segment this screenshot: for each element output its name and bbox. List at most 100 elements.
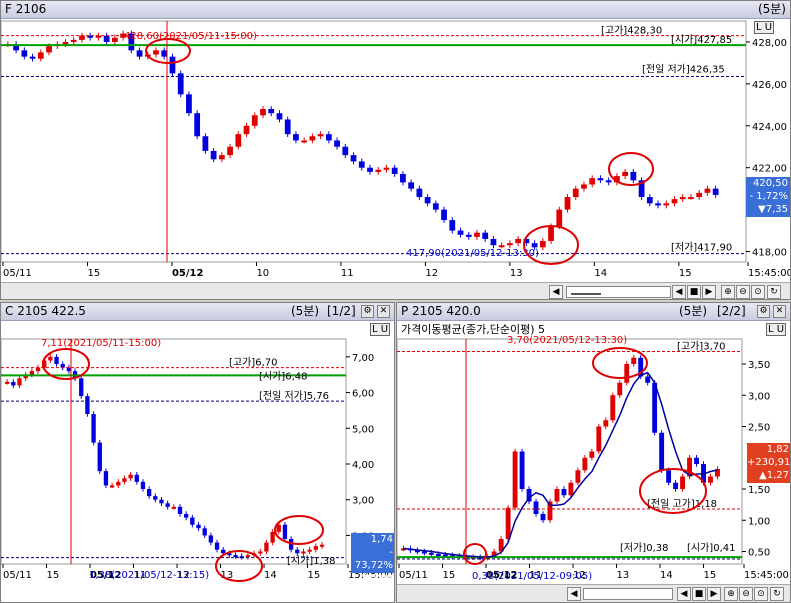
candle-body [663, 203, 670, 206]
candle-body [482, 232, 489, 239]
candle-body [435, 554, 441, 556]
y-tick-label: 428,00 [752, 38, 787, 49]
right-period[interactable]: (5분) [679, 303, 707, 320]
top-stop-icon[interactable]: ■ [687, 285, 701, 299]
right-chart[interactable]: 3,503,002,501,501,000,5005/11 15 05/12 11 12… [397, 321, 790, 583]
x-tick-label: 14 [594, 268, 607, 279]
candle-body [214, 542, 220, 550]
plot-area [1, 20, 747, 263]
left-settings-icon[interactable]: ⚙ [361, 305, 374, 318]
candle-body [688, 197, 694, 200]
candle-body [116, 481, 121, 486]
candle-body [128, 474, 133, 479]
top-scroll-thumb[interactable] [571, 289, 601, 295]
top-scroll-left-icon[interactable]: ◀ [549, 285, 563, 299]
x-tick-label: 15 [704, 570, 717, 581]
right-stop-icon[interactable]: ■ [692, 587, 706, 601]
right-change: ▲1,27 [759, 470, 789, 481]
right-paging[interactable]: [2/2] [717, 303, 746, 320]
plot-area [397, 338, 743, 565]
candle-body [631, 357, 637, 364]
x-tick-label: 13 [617, 570, 630, 581]
candle-body [177, 506, 183, 514]
right-scroll-left-icon[interactable]: ◀ [567, 587, 581, 601]
top-left-arrow-icon[interactable]: ◀ [672, 285, 686, 299]
candle-body [449, 220, 456, 231]
candle-body [515, 238, 522, 244]
siga-label: [시가]427,85 [671, 34, 732, 46]
right-reset-icon[interactable]: ↻ [770, 587, 784, 601]
candle-body [48, 356, 53, 361]
candle-body [202, 528, 207, 536]
candle-body [622, 171, 629, 177]
top-right-arrow-icon[interactable]: ▶ [702, 285, 716, 299]
y-tick-label: 6,00 [352, 389, 374, 400]
y-tick-label: 3,00 [748, 391, 770, 402]
right-zoom-fit-icon[interactable]: ⊙ [754, 587, 768, 601]
candle-body [617, 382, 623, 396]
top-zoom-out-icon[interactable]: ⊖ [736, 285, 750, 299]
left-period[interactable]: (5분) [291, 303, 319, 320]
candle-body [659, 432, 665, 471]
candle-body [301, 140, 308, 143]
prev-low-label: [전일 저가]5,76 [259, 390, 329, 402]
candle-body [465, 234, 472, 237]
left-chart[interactable]: 7,006,005,004,003,002,0005/111505/121112… [1, 321, 394, 583]
candle-body [122, 478, 127, 482]
candle-body [666, 470, 672, 483]
candle-body [103, 471, 109, 486]
x-tick-label: 14 [660, 570, 673, 581]
top-period[interactable]: (5분) [758, 1, 786, 18]
candle-body [17, 378, 22, 386]
left-paging[interactable]: [1/2] [327, 303, 356, 320]
y-tick-label: 4,00 [352, 460, 374, 471]
candle-body [554, 489, 560, 502]
x-tick-label: 15 [87, 268, 100, 279]
right-scroll-track[interactable] [583, 588, 673, 600]
top-scroll-track[interactable] [566, 286, 671, 298]
candle-body [221, 549, 226, 554]
siga-bottom-label: [시가]1,38 [287, 555, 335, 567]
candle-body [317, 134, 324, 137]
y-tick-label: 0,50 [748, 548, 770, 559]
top-zoom-in-icon[interactable]: ⊕ [721, 285, 735, 299]
candle-body [490, 238, 497, 246]
right-right-arrow-icon[interactable]: ▶ [707, 587, 721, 601]
candle-body [227, 146, 233, 156]
x-tick-label: 15 [679, 268, 692, 279]
right-zoom-out-icon[interactable]: ⊖ [739, 587, 753, 601]
candle-body [645, 376, 651, 383]
candle-body [307, 549, 312, 552]
right-scrollbar[interactable]: ◀ ◀ ■ ▶ ⊕ ⊖ ⊙ ↻ [397, 584, 790, 602]
candle-body [233, 555, 238, 558]
candle-body [97, 442, 102, 472]
candle-body [37, 52, 44, 59]
candle-body [251, 115, 258, 126]
top-zoom-fit-icon[interactable]: ⊙ [751, 285, 765, 299]
candle-body [581, 184, 587, 189]
candle-body [276, 113, 283, 120]
y-tick-label: 422,00 [752, 164, 787, 175]
candle-body [161, 50, 168, 57]
candle-body [582, 457, 588, 471]
top-reset-icon[interactable]: ↻ [767, 285, 781, 299]
right-chart-pane: P 2105 420.0 (5분) [2/2] ⚙ ✕ L U 3,50 3,00… [396, 302, 791, 603]
left-close-icon[interactable]: ✕ [377, 305, 390, 318]
top-scrollbar[interactable]: ◀ ◀ ■ ▶ ⊕ ⊖ ⊙ ↻ [1, 282, 790, 299]
candle-body [589, 178, 596, 185]
top-chart[interactable]: 428,00 426,00 424,00 422,00 418,00 05/11 15 05/… [1, 19, 790, 281]
right-settings-icon[interactable]: ⚙ [757, 305, 770, 318]
candle-body [91, 414, 96, 443]
left-chart-pane: C 2105 422.5 (5분) [1/2] ⚙ ✕ L U 7,00 6,00… [0, 302, 395, 603]
candle-body [79, 378, 84, 397]
candle-body [190, 517, 195, 525]
candle-body [505, 507, 511, 539]
candle-body [630, 171, 637, 181]
candle-body [367, 167, 373, 172]
right-zoom-in-icon[interactable]: ⊕ [724, 587, 738, 601]
right-close-icon[interactable]: ✕ [773, 305, 786, 318]
high-marker-label: 428,60(2021/05/11-15:00) [124, 31, 257, 42]
prev-low-label: [전일 저가]426,35 [642, 64, 725, 76]
right-left-arrow-icon[interactable]: ◀ [677, 587, 691, 601]
candle-body [540, 514, 546, 521]
